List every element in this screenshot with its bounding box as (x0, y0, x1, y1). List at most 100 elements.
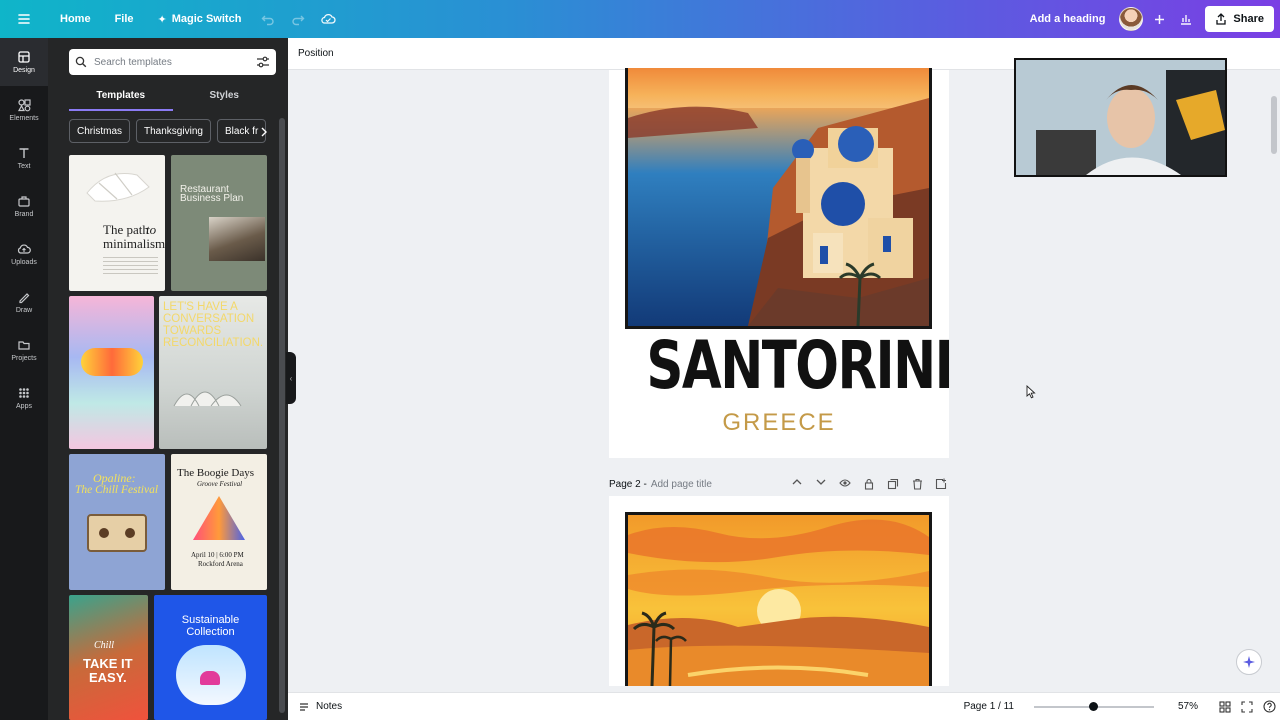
rail-item-label: Uploads (11, 259, 37, 266)
plus-icon[interactable] (1147, 0, 1171, 38)
rail-item-label: Elements (9, 115, 39, 122)
chevron-right-icon[interactable] (260, 126, 268, 140)
template-thumbnail[interactable]: The path to minimalism (69, 155, 165, 291)
add-page-title-input[interactable]: Add page title (651, 479, 712, 490)
template-text: The Chill Festival (75, 484, 159, 496)
add-heading-button[interactable]: Add a heading (1020, 13, 1116, 25)
rail-item-label: Apps (16, 403, 32, 410)
rail-item-design[interactable]: Design (0, 38, 48, 86)
position-button[interactable]: Position (298, 48, 334, 59)
analytics-icon[interactable] (1171, 0, 1201, 38)
category-chips: Christmas Thanksgiving Black fr (69, 119, 269, 143)
template-text: Collection (186, 626, 235, 638)
fullscreen-icon[interactable] (1236, 700, 1258, 713)
template-text: Sustainable (181, 614, 240, 626)
share-button[interactable]: Share (1205, 6, 1274, 32)
opera-house-illustration (173, 391, 242, 407)
gradient-pill (81, 348, 143, 376)
page-title-heading[interactable]: SANTORINI (646, 333, 953, 399)
chip-christmas[interactable]: Christmas (69, 119, 131, 143)
rail-item-apps[interactable]: Apps (0, 374, 48, 422)
share-icon (1216, 13, 1227, 25)
avatar[interactable] (1119, 7, 1144, 31)
zoom-slider-handle[interactable] (1088, 701, 1098, 711)
magic-assistant-button[interactable] (1236, 649, 1262, 675)
santorini-illustration[interactable] (625, 68, 932, 329)
triangle-illustration (193, 496, 245, 540)
search-input[interactable] (94, 56, 249, 68)
template-text: minimalism (103, 236, 165, 251)
rail-item-uploads[interactable]: Uploads (0, 230, 48, 278)
rail-item-elements[interactable]: Elements (0, 86, 48, 134)
chevron-up-icon[interactable] (789, 478, 805, 490)
template-text: The Boogie Days (177, 467, 254, 479)
projects-icon (18, 341, 30, 350)
template-text: The path (103, 222, 149, 237)
template-thumbnail[interactable]: The Boogie Days Groove Festival April 10… (171, 454, 267, 590)
hide-page-icon[interactable] (837, 478, 853, 490)
magic-switch-label: Magic Switch (171, 13, 242, 25)
text-icon (19, 148, 29, 158)
rail-item-label: Brand (14, 211, 34, 218)
filter-icon[interactable] (256, 56, 270, 68)
search-icon (75, 56, 87, 68)
chevron-down-icon[interactable] (813, 478, 829, 490)
help-icon[interactable] (1258, 700, 1280, 713)
template-thumbnail[interactable]: Restaurant Business Plan (171, 155, 267, 291)
templates-panel: Templates Styles Christmas Thanksgiving … (48, 38, 288, 720)
template-text: TAKE IT (83, 656, 133, 671)
template-thumbnail[interactable]: Sustainable Collection (154, 595, 267, 720)
rail-item-draw[interactable]: Draw (0, 278, 48, 326)
search-box[interactable] (69, 49, 276, 75)
notes-button[interactable]: Notes (298, 701, 342, 713)
panel-scrollbar[interactable] (279, 108, 285, 718)
design-icon (18, 51, 30, 63)
rail-item-text[interactable]: Text (0, 134, 48, 182)
rail-item-brand[interactable]: Brand (0, 182, 48, 230)
undo-icon[interactable] (253, 0, 283, 38)
brand-icon (18, 196, 30, 207)
tab-styles[interactable]: Styles (173, 82, 277, 108)
add-page-icon[interactable] (933, 478, 949, 490)
rail-item-projects[interactable]: Projects (0, 326, 48, 374)
product-photo (176, 645, 246, 705)
canvas-scrollbar[interactable] (1268, 70, 1280, 686)
grid-view-icon[interactable] (1214, 700, 1236, 713)
rail-item-label: Projects (11, 355, 37, 362)
share-label: Share (1233, 13, 1264, 25)
hamburger-menu-icon[interactable] (0, 0, 48, 38)
rail-item-label: Text (17, 163, 31, 170)
template-thumbnail[interactable]: LET'S HAVE A CONVERSATION TOWARDS RECONC… (159, 296, 267, 449)
template-thumbnail[interactable]: Opaline: The Chill Festival (69, 454, 165, 590)
delete-page-icon[interactable] (909, 478, 925, 490)
sunset-illustration[interactable] (625, 512, 932, 686)
bottom-bar: Notes Page 1 / 11 57% (288, 692, 1280, 720)
zoom-slider[interactable] (1033, 701, 1154, 711)
template-text: April 10 | 6:00 PM (191, 551, 244, 559)
rail-item-label: Design (13, 67, 35, 74)
tab-templates[interactable]: Templates (69, 82, 173, 111)
home-button[interactable]: Home (48, 0, 103, 38)
template-thumbnail[interactable] (69, 296, 154, 449)
page-subtitle[interactable]: GREECE (609, 409, 949, 437)
collapse-panel-handle[interactable]: ‹ (286, 352, 296, 404)
sparkle-icon: ✦ (157, 13, 167, 26)
chip-black-friday[interactable]: Black fr (216, 119, 267, 143)
template-text: EASY. (89, 670, 127, 685)
cloud-saved-icon[interactable] (313, 0, 343, 38)
template-thumbnail[interactable]: Chill TAKE IT EASY. (69, 595, 148, 720)
notes-label: Notes (316, 701, 343, 712)
webcam-overlay[interactable] (1014, 58, 1227, 177)
cassette-illustration (87, 514, 147, 552)
draw-icon (19, 293, 30, 304)
chip-thanksgiving[interactable]: Thanksgiving (136, 119, 211, 143)
template-text: Rockford Arena (198, 560, 243, 568)
mouse-cursor-icon (1026, 385, 1036, 399)
file-menu[interactable]: File (103, 0, 146, 38)
zoom-level[interactable]: 57% (1178, 701, 1198, 712)
lock-icon[interactable] (861, 478, 877, 490)
duplicate-page-icon[interactable] (885, 478, 901, 490)
page-indicator[interactable]: Page 1 / 11 (964, 701, 1014, 712)
magic-switch-button[interactable]: ✦ Magic Switch (146, 0, 254, 38)
redo-icon[interactable] (283, 0, 313, 38)
